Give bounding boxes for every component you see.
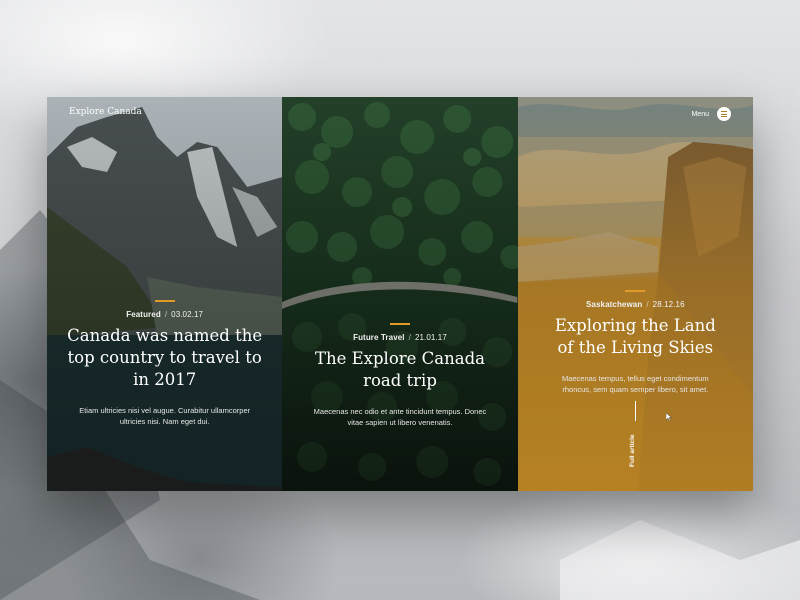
article-excerpt: Maecenas tempus, tellus eget condimentum… bbox=[561, 374, 709, 394]
article-excerpt: Maecenas nec odio et ante tincidunt temp… bbox=[313, 407, 487, 427]
article-title[interactable]: The Explore Canada road trip bbox=[315, 348, 485, 392]
vertical-divider bbox=[634, 401, 636, 421]
article-title[interactable]: Canada was named the top country to trav… bbox=[60, 325, 270, 391]
article-title[interactable]: Exploring the Land of the Living Skies bbox=[553, 315, 718, 359]
article-date: 28.12.16 bbox=[652, 300, 685, 309]
mountain-lake-photo bbox=[47, 97, 283, 491]
article-category[interactable]: Saskatchewan bbox=[586, 300, 642, 309]
article-date: 21.01.17 bbox=[414, 333, 447, 342]
forest-road-photo bbox=[282, 97, 518, 491]
article-slider: Explore Canada Featured/03.02.17 Canada … bbox=[47, 97, 753, 491]
article-meta: Future Travel/21.01.17 bbox=[282, 333, 517, 342]
article-content: Saskatchewan /28.12.16 Exploring the Land… bbox=[518, 290, 753, 395]
full-article-label: Full article bbox=[628, 434, 636, 467]
article-card-future-travel[interactable]: Future Travel/21.01.17 The Explore Canad… bbox=[282, 97, 518, 491]
article-content: Future Travel/21.01.17 The Explore Canad… bbox=[282, 323, 517, 428]
accent-bar bbox=[625, 290, 646, 292]
article-card-featured[interactable]: Explore Canada Featured/03.02.17 Canada … bbox=[47, 97, 283, 491]
menu-label: Menu bbox=[691, 110, 709, 118]
article-content: Featured/03.02.17 Canada was named the t… bbox=[47, 300, 282, 427]
mouse-pointer-icon bbox=[665, 413, 672, 421]
meta-separator: / bbox=[408, 333, 411, 342]
hamburger-icon bbox=[716, 107, 731, 121]
meta-separator: / bbox=[646, 300, 649, 309]
article-category[interactable]: Future Travel bbox=[353, 333, 405, 342]
brand-logo[interactable]: Explore Canada bbox=[69, 107, 142, 117]
article-excerpt: Etiam ultricies nisi vel augue. Curabitu… bbox=[79, 406, 251, 426]
article-meta: Saskatchewan /28.12.16 bbox=[518, 300, 753, 309]
accent-bar bbox=[389, 323, 410, 325]
article-category[interactable]: Featured bbox=[126, 310, 161, 319]
article-date: 03.02.17 bbox=[171, 310, 204, 319]
article-card-saskatchewan[interactable]: Menu Saskatchewan /28.12.16 Exploring the… bbox=[517, 97, 753, 491]
menu-button[interactable]: Menu bbox=[691, 107, 731, 121]
full-article-link[interactable]: Full article bbox=[629, 401, 643, 467]
article-meta: Featured/03.02.17 bbox=[47, 310, 282, 319]
meta-separator: / bbox=[164, 310, 168, 319]
accent-bar bbox=[154, 300, 175, 302]
